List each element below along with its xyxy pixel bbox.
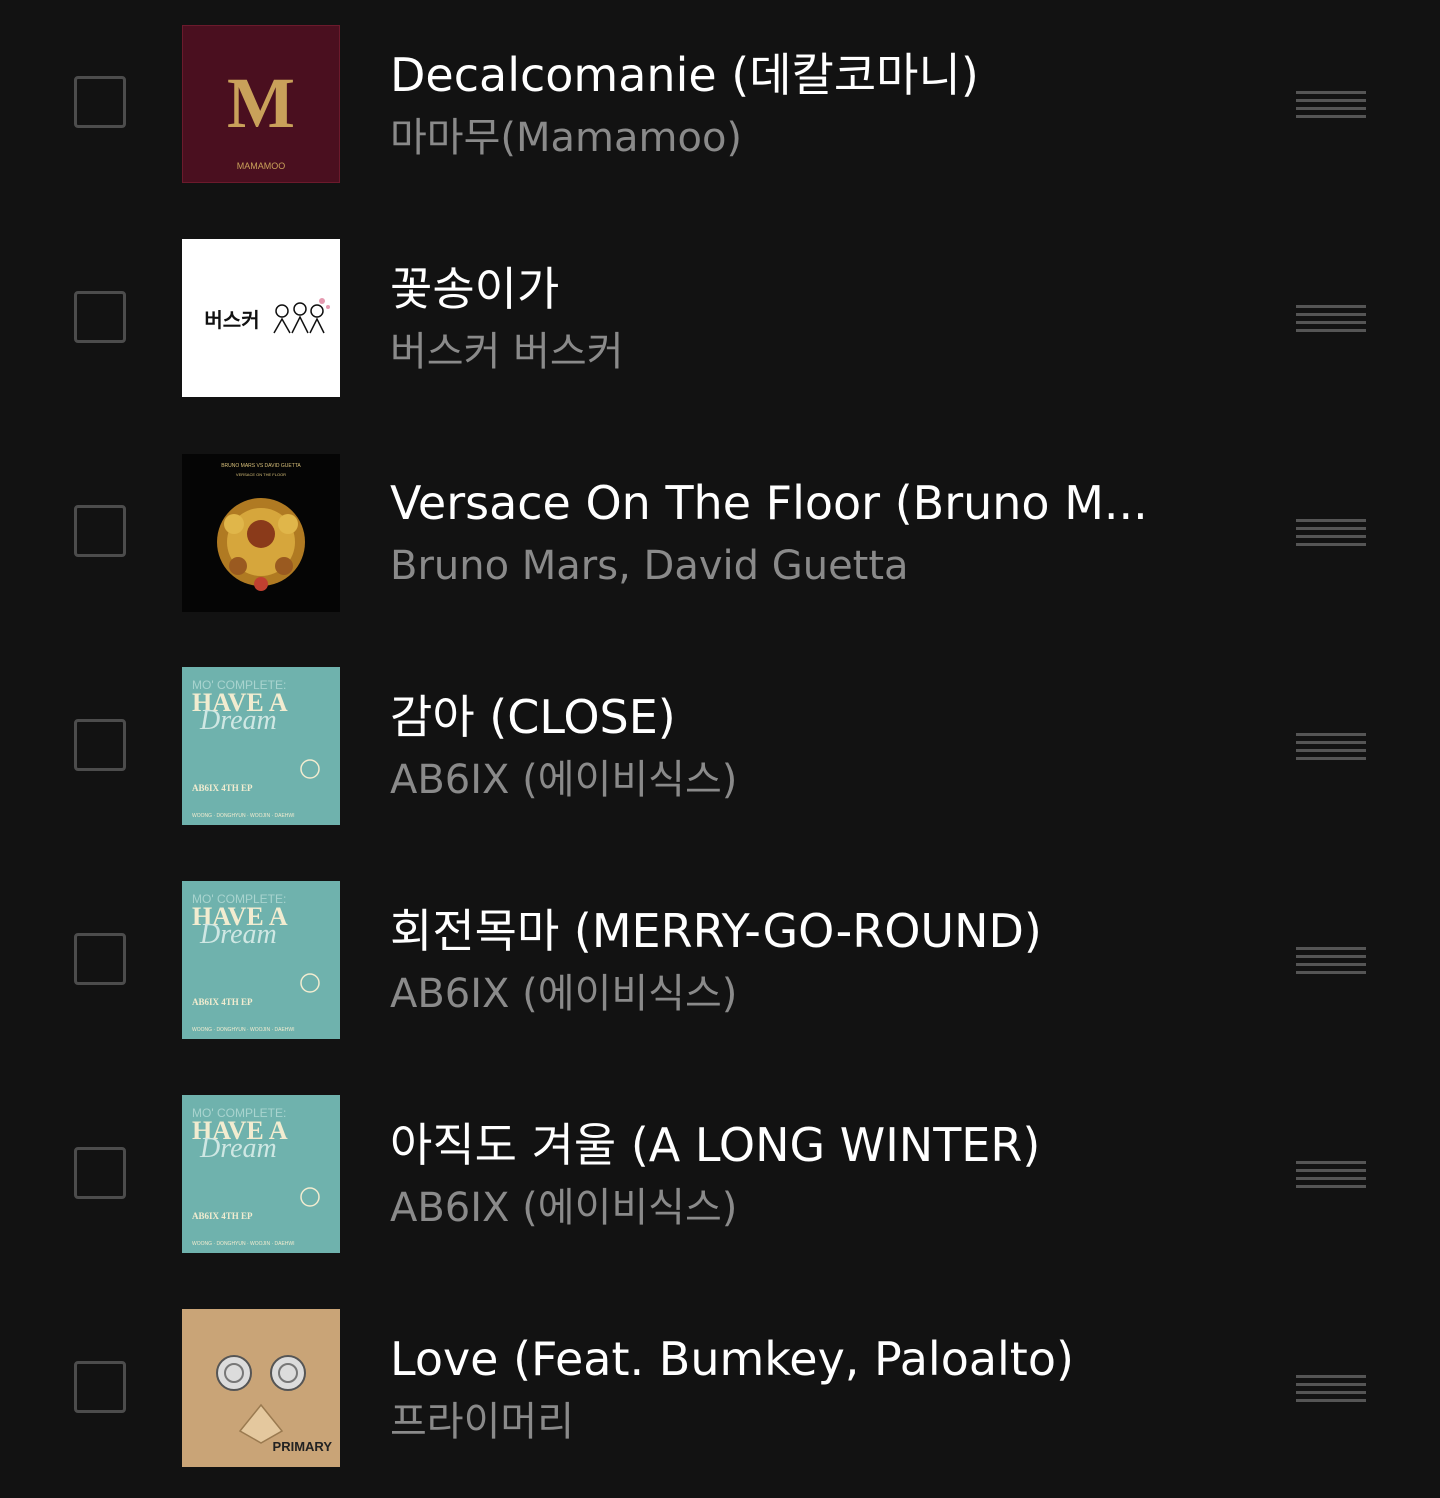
song-title[interactable]: 꽃송이가 [390,259,1190,319]
cover-text: M [227,63,295,143]
checkbox-icon[interactable] [74,719,126,771]
song-title[interactable]: Love (Feat. Bumkey, Paloalto) [390,1329,1190,1389]
checkbox-icon[interactable] [74,933,126,985]
song-artist[interactable]: Bruno Mars, David Guetta [390,540,1190,592]
primary-cover-art: PRIMARY [182,1309,340,1467]
song-row[interactable]: MO' COMPLETE: HAVE A Dream AB6IX 4TH EP … [0,1070,1440,1284]
song-artist[interactable]: 마마무(Mamamoo) [390,112,1190,164]
song-title[interactable]: 아직도 겨울 (A LONG WINTER) [390,1115,1190,1175]
song-title[interactable]: Versace On The Floor (Bruno M... [390,473,1170,533]
song-row[interactable]: 버스커 꽃송이가 버스커 버스커 [0,214,1440,428]
ab6ix-cover-art: MO' COMPLETE: HAVE A Dream AB6IX 4TH EP … [182,667,340,825]
cover-text: WOONG · DONGHYUN · WOOJIN · DAEHWI [192,1241,295,1247]
album-cover-busker[interactable]: 버스커 [182,239,340,397]
playlist: M MAMAMOO Decalcomanie (데칼코마니) 마마무(Mamam… [0,0,1440,1493]
ab6ix-cover-art: MO' COMPLETE: HAVE A Dream AB6IX 4TH EP … [182,1095,340,1253]
cover-text: WOONG · DONGHYUN · WOOJIN · DAEHWI [192,1027,295,1033]
mamamoo-cover-art: M MAMAMOO [182,25,340,183]
checkbox-icon[interactable] [74,1147,126,1199]
drag-handle-icon[interactable] [1296,945,1368,977]
drag-handle-icon[interactable] [1296,1159,1368,1191]
song-artist[interactable]: AB6IX (에이비식스) [390,754,1190,806]
drag-handle-icon[interactable] [1296,303,1368,335]
cover-text: AB6IX 4TH EP [192,997,253,1007]
cover-text: Dream [199,705,277,736]
song-row[interactable]: MO' COMPLETE: HAVE A Dream AB6IX 4TH EP … [0,642,1440,856]
song-artist[interactable]: 프라이머리 [390,1396,1190,1448]
cover-text: AB6IX 4TH EP [192,1211,253,1221]
drag-handle-icon[interactable] [1296,1373,1368,1405]
checkbox-icon[interactable] [74,76,126,128]
busker-cover-art: 버스커 [182,239,340,397]
song-title[interactable]: 회전목마 (MERRY-GO-ROUND) [390,901,1190,961]
album-cover-versace[interactable]: BRUNO MARS VS DAVID GUETTA VERSACE ON TH… [182,454,340,612]
song-artist[interactable]: 버스커 버스커 [390,326,1190,378]
cover-text: BRUNO MARS VS DAVID GUETTA [221,463,301,469]
album-cover-primary[interactable]: PRIMARY [182,1309,340,1467]
drag-handle-icon[interactable] [1296,731,1368,763]
cover-text: MAMAMOO [237,161,286,171]
song-artist[interactable]: AB6IX (에이비식스) [390,968,1190,1020]
cover-text: VERSACE ON THE FLOOR [236,472,286,477]
cover-text: Dream [199,1133,277,1164]
cover-text: Dream [199,919,277,950]
drag-handle-icon[interactable] [1296,517,1368,549]
cover-text: 버스커 [204,309,259,332]
song-row[interactable]: PRIMARY Love (Feat. Bumkey, Paloalto) 프라… [0,1284,1440,1498]
checkbox-icon[interactable] [74,291,126,343]
cover-text: AB6IX 4TH EP [192,783,253,793]
cover-text: WOONG · DONGHYUN · WOOJIN · DAEHWI [192,813,295,819]
song-row[interactable]: MO' COMPLETE: HAVE A Dream AB6IX 4TH EP … [0,856,1440,1070]
cover-text: PRIMARY [273,1439,333,1454]
song-row[interactable]: M MAMAMOO Decalcomanie (데칼코마니) 마마무(Mamam… [0,0,1440,214]
album-cover-ab6ix[interactable]: MO' COMPLETE: HAVE A Dream AB6IX 4TH EP … [182,881,340,1039]
song-title[interactable]: 감아 (CLOSE) [390,687,1190,747]
song-row[interactable]: BRUNO MARS VS DAVID GUETTA VERSACE ON TH… [0,428,1440,642]
album-cover-ab6ix[interactable]: MO' COMPLETE: HAVE A Dream AB6IX 4TH EP … [182,667,340,825]
drag-handle-icon[interactable] [1296,89,1368,121]
album-cover-mamamoo[interactable]: M MAMAMOO [182,25,340,183]
song-title[interactable]: Decalcomanie (데칼코마니) [390,45,1190,105]
song-artist[interactable]: AB6IX (에이비식스) [390,1182,1190,1234]
ab6ix-cover-art: MO' COMPLETE: HAVE A Dream AB6IX 4TH EP … [182,881,340,1039]
album-cover-ab6ix[interactable]: MO' COMPLETE: HAVE A Dream AB6IX 4TH EP … [182,1095,340,1253]
versace-cover-art: BRUNO MARS VS DAVID GUETTA VERSACE ON TH… [182,454,340,612]
checkbox-icon[interactable] [74,505,126,557]
checkbox-icon[interactable] [74,1361,126,1413]
